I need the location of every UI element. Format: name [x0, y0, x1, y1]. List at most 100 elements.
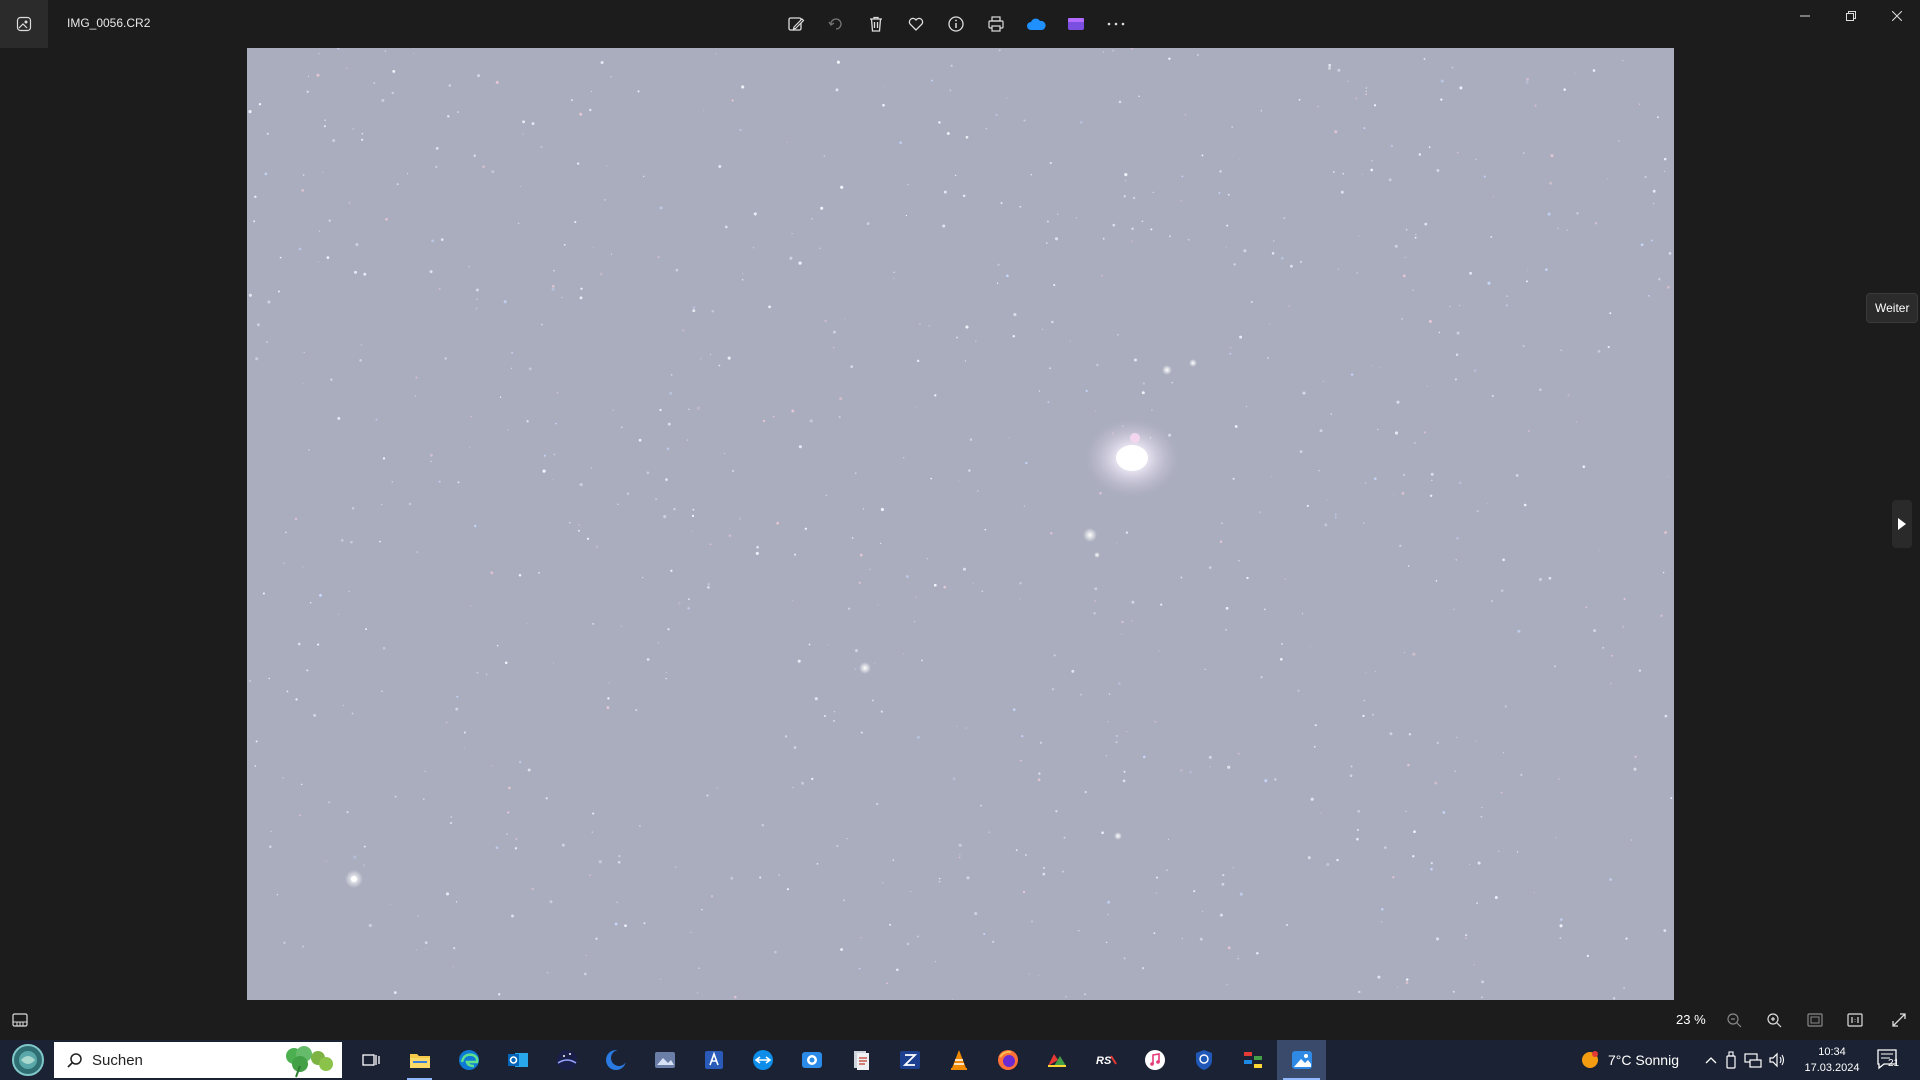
background-star — [1117, 333, 1119, 336]
background-star — [319, 230, 321, 232]
restore-button[interactable] — [1828, 0, 1874, 32]
background-star — [774, 950, 777, 954]
zoom-out-button[interactable] — [1722, 1008, 1746, 1032]
background-star — [731, 469, 735, 473]
background-star — [306, 669, 309, 672]
rotate-button[interactable] — [820, 8, 852, 40]
background-star — [674, 866, 677, 868]
vlc-cone-icon — [950, 1050, 967, 1070]
taskbar-firefox[interactable] — [983, 1040, 1032, 1080]
background-star — [696, 406, 700, 410]
taskbar-app-19[interactable] — [1228, 1040, 1277, 1080]
fit-to-window-button[interactable] — [1803, 1008, 1827, 1032]
taskbar-photos[interactable] — [1277, 1040, 1326, 1080]
more-options-button[interactable] — [1100, 8, 1132, 40]
taskbar-asio[interactable]: RS — [1081, 1040, 1130, 1080]
background-star — [998, 49, 1001, 52]
background-star — [470, 415, 472, 418]
background-star — [485, 673, 488, 676]
background-star — [579, 483, 583, 487]
taskbar-app-a[interactable] — [689, 1040, 738, 1080]
usb-drive-icon[interactable] — [1724, 1051, 1738, 1069]
photos-app-icon[interactable] — [0, 0, 48, 48]
favorite-button[interactable] — [900, 8, 932, 40]
taskbar-app-11[interactable] — [836, 1040, 885, 1080]
background-star — [1141, 391, 1145, 395]
taskbar-outlook[interactable] — [493, 1040, 542, 1080]
background-star — [958, 843, 962, 847]
background-star — [1115, 740, 1118, 744]
taskbar-browser-c[interactable] — [591, 1040, 640, 1080]
background-star — [1459, 86, 1463, 90]
background-star — [475, 307, 478, 310]
background-star — [850, 365, 853, 368]
background-star — [298, 247, 302, 251]
start-button[interactable] — [6, 1042, 50, 1078]
background-star — [985, 127, 988, 130]
astro-photo[interactable] — [247, 48, 1674, 1000]
minimize-icon — [1800, 15, 1810, 17]
background-star — [1377, 428, 1379, 431]
background-star — [590, 467, 593, 469]
taskbar-clock[interactable]: 10:34 17.03.2024 — [1800, 1044, 1864, 1076]
heart-icon — [908, 17, 924, 31]
background-star — [1374, 670, 1376, 673]
taskbar-app-12[interactable] — [885, 1040, 934, 1080]
background-star — [1630, 839, 1633, 841]
bright-star — [1162, 365, 1172, 375]
background-star — [938, 877, 941, 880]
taskbar-app-15[interactable] — [1032, 1040, 1081, 1080]
taskbar-app-7[interactable] — [640, 1040, 689, 1080]
file-info-button[interactable] — [940, 8, 972, 40]
taskbar-stellarium[interactable] — [542, 1040, 591, 1080]
background-star — [761, 823, 765, 827]
taskbar-itunes[interactable] — [1130, 1040, 1179, 1080]
background-star — [463, 747, 465, 749]
taskbar-app-10[interactable] — [787, 1040, 836, 1080]
delete-button[interactable] — [860, 8, 892, 40]
nebula-core — [1116, 445, 1148, 471]
print-button[interactable] — [980, 8, 1012, 40]
background-star — [755, 551, 759, 555]
rotate-icon — [828, 18, 842, 30]
background-star — [1201, 154, 1204, 157]
background-star — [1061, 870, 1064, 873]
background-star — [665, 478, 668, 481]
zoom-in-button[interactable] — [1762, 1008, 1786, 1032]
background-star — [1491, 394, 1494, 398]
chevron-up-icon[interactable] — [1704, 1055, 1718, 1065]
background-star — [1209, 765, 1211, 768]
close-button[interactable] — [1874, 0, 1920, 32]
background-star — [827, 644, 829, 646]
background-star — [984, 528, 987, 531]
fullscreen-button[interactable] — [1887, 1008, 1911, 1032]
background-star — [308, 449, 310, 451]
task-view-button[interactable] — [346, 1040, 395, 1080]
background-star — [1107, 913, 1109, 916]
edit-image-button[interactable] — [780, 8, 812, 40]
background-star — [860, 731, 863, 734]
network-icon[interactable] — [1744, 1052, 1762, 1068]
actual-size-button[interactable] — [1843, 1008, 1867, 1032]
info-icon — [948, 16, 964, 32]
notification-center-button[interactable]: 21 — [1876, 1048, 1904, 1072]
taskbar-app-18[interactable] — [1179, 1040, 1228, 1080]
background-star — [814, 697, 818, 701]
background-star — [363, 864, 365, 866]
weather-widget[interactable]: 7°C Sonnig — [1580, 1040, 1679, 1080]
taskbar-edge[interactable] — [444, 1040, 493, 1080]
background-star — [417, 915, 419, 917]
next-image-button[interactable] — [1892, 500, 1912, 548]
minimize-button[interactable] — [1782, 0, 1828, 32]
taskbar-vlc[interactable] — [934, 1040, 983, 1080]
clipchamp-button[interactable] — [1060, 8, 1092, 40]
filmstrip-button[interactable] — [8, 1008, 32, 1032]
taskbar-search[interactable]: Suchen — [54, 1042, 342, 1078]
taskbar-teamviewer[interactable] — [738, 1040, 787, 1080]
clock-date: 17.03.2024 — [1804, 1062, 1860, 1074]
volume-icon[interactable] — [1768, 1052, 1786, 1068]
background-star — [1021, 734, 1024, 738]
onedrive-button[interactable] — [1020, 8, 1052, 40]
background-star — [903, 457, 905, 459]
taskbar-file-explorer[interactable] — [395, 1040, 444, 1080]
